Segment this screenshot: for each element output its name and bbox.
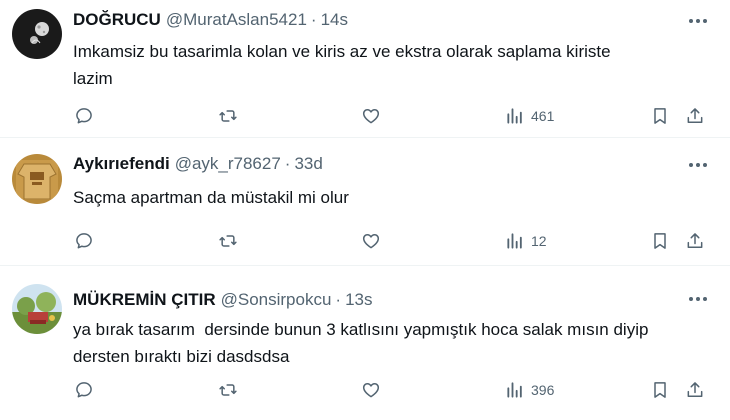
more-options-button[interactable] — [684, 289, 712, 309]
tweet-header: DOĞRUCU @MuratAslan5421 · 14s — [73, 8, 348, 32]
retweet-icon — [219, 384, 237, 396]
bookmark-button[interactable] — [650, 229, 670, 253]
garden-photo-avatar-icon — [12, 284, 62, 334]
user-handle[interactable]: @ayk_r78627 — [175, 154, 281, 173]
like-button[interactable] — [361, 378, 381, 402]
separator-dot: · — [310, 10, 317, 29]
user-handle[interactable]: @MuratAslan5421 — [166, 10, 307, 29]
more-options-button[interactable] — [684, 11, 712, 31]
tweet-reply[interactable]: Aykırıefendi @ayk_r78627 · 33d Saçma apartm… — [0, 138, 730, 266]
heart-icon — [362, 234, 380, 249]
more-dots-icon — [689, 19, 707, 23]
separator-dot: · — [335, 290, 342, 309]
user-handle[interactable]: @Sonsirpokcu — [221, 290, 332, 309]
bookmark-icon — [654, 382, 666, 398]
retweet-button[interactable] — [218, 104, 238, 128]
tweet-text: Saçma apartman da müstakil mi olur — [73, 188, 349, 207]
bookmark-icon — [654, 108, 666, 124]
bookmark-button[interactable] — [650, 104, 670, 128]
tweet-reply[interactable]: MÜKREMİN ÇITIR @Sonsirpokcu · 13s ya bırak … — [0, 266, 730, 420]
tweet-header: Aykırıefendi @ayk_r78627 · 33d — [73, 152, 323, 176]
separator-dot: · — [284, 154, 291, 173]
views-chart-icon — [507, 382, 522, 398]
share-icon — [687, 108, 703, 123]
reply-button[interactable] — [74, 229, 94, 253]
avatar[interactable] — [12, 154, 62, 204]
reply-button[interactable] — [74, 378, 94, 402]
reply-icon — [76, 233, 92, 249]
share-icon — [687, 382, 703, 397]
tweet-header: MÜKREMİN ÇITIR @Sonsirpokcu · 13s — [73, 288, 373, 312]
share-button[interactable] — [685, 229, 705, 253]
retweet-icon — [219, 110, 237, 122]
share-icon — [687, 233, 703, 248]
like-button[interactable] — [361, 104, 381, 128]
display-name[interactable]: Aykırıefendi — [73, 154, 170, 173]
tweet-text: Imkamsiz bu tasarimla kolan ve kiris az … — [73, 42, 611, 88]
timestamp[interactable]: 14s — [321, 10, 348, 29]
avatar[interactable] — [12, 9, 62, 59]
views-button[interactable]: 12 — [505, 229, 547, 253]
reply-icon — [76, 108, 92, 124]
heart-icon — [362, 109, 380, 124]
views-button[interactable]: 461 — [505, 104, 554, 128]
action-bar: 12 — [0, 229, 730, 253]
retweet-button[interactable] — [218, 378, 238, 402]
shirt-avatar-icon — [12, 154, 62, 204]
retweet-button[interactable] — [218, 229, 238, 253]
views-count: 396 — [531, 382, 555, 398]
more-dots-icon — [689, 163, 707, 167]
views-count: 461 — [531, 108, 555, 124]
views-chart-icon — [507, 108, 522, 124]
reply-button[interactable] — [74, 104, 94, 128]
bookmark-button[interactable] — [650, 378, 670, 402]
retweet-icon — [219, 235, 237, 247]
display-name[interactable]: MÜKREMİN ÇITIR — [73, 290, 216, 309]
heart-icon — [362, 383, 380, 398]
reply-icon — [76, 382, 92, 398]
share-button[interactable] — [685, 378, 705, 402]
moon-planet-avatar-icon — [12, 9, 62, 59]
action-bar: 461 — [0, 104, 730, 128]
timestamp[interactable]: 13s — [345, 290, 372, 309]
more-options-button[interactable] — [684, 155, 712, 175]
more-dots-icon — [689, 297, 707, 301]
share-button[interactable] — [685, 104, 705, 128]
views-button[interactable]: 396 — [505, 378, 554, 402]
views-count: 12 — [531, 233, 547, 249]
tweet-reply[interactable]: DOĞRUCU @MuratAslan5421 · 14s Imkamsiz bu t… — [0, 0, 730, 138]
like-button[interactable] — [361, 229, 381, 253]
avatar[interactable] — [12, 284, 62, 334]
bookmark-icon — [654, 233, 666, 249]
tweet-text: ya bırak tasarım dersinde bunun 3 katlıs… — [73, 320, 649, 366]
display-name[interactable]: DOĞRUCU — [73, 10, 161, 29]
timestamp[interactable]: 33d — [294, 154, 322, 173]
views-chart-icon — [507, 233, 522, 249]
action-bar: 396 — [0, 378, 730, 402]
